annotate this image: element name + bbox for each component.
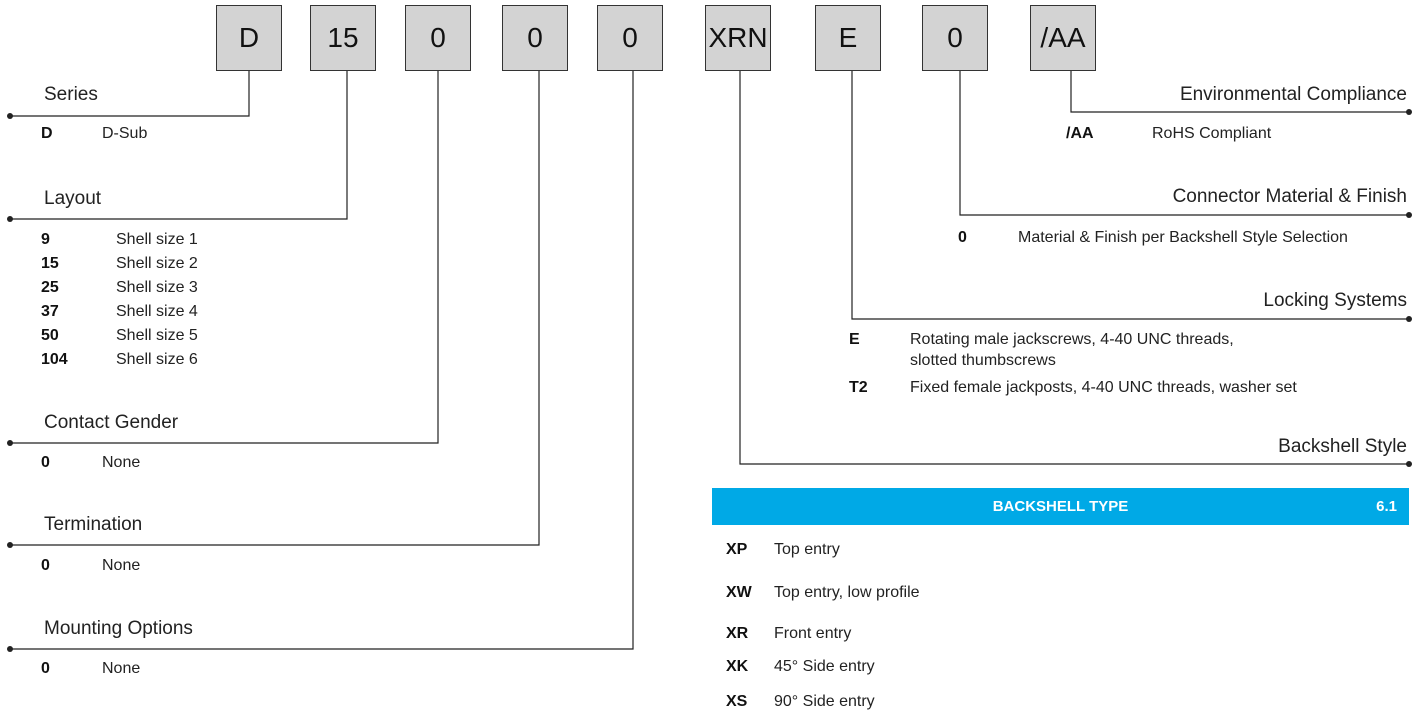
option-desc: Shell size 1 [116, 231, 198, 248]
option-code: E [849, 331, 860, 348]
option-desc: Shell size 3 [116, 279, 198, 296]
part-box-contact-gender: 0 [405, 5, 471, 71]
option-row: E Rotating male jackscrews, 4-40 UNC thr… [0, 331, 1424, 375]
option-desc: Top entry, low profile [774, 584, 920, 601]
part-box-mounting: 0 [597, 5, 663, 71]
part-box-termination: 0 [502, 5, 568, 71]
heading-termination: Termination [44, 514, 143, 535]
option-code: 0 [41, 557, 50, 574]
part-box-series: D [216, 5, 282, 71]
option-desc: None [102, 660, 141, 677]
option-desc: None [102, 454, 141, 471]
leader-contact-gender-dot [7, 440, 13, 446]
option-code: 0 [958, 229, 967, 246]
part-box-backshell: XRN [705, 5, 771, 71]
heading-series: Series [44, 84, 98, 105]
leader-series-dot [7, 113, 13, 119]
heading-mounting-options: Mounting Options [44, 618, 193, 639]
heading-backshell-style: Backshell Style [1278, 436, 1407, 457]
part-box-compliance: /AA [1030, 5, 1096, 71]
option-code: XK [726, 658, 749, 675]
option-code: 25 [41, 279, 59, 296]
backshell-type-title: BACKSHELL TYPE [992, 498, 1129, 515]
part-box-locking: E [815, 5, 881, 71]
option-code: T2 [849, 379, 868, 396]
section-number: 6.1 [1376, 498, 1397, 515]
option-desc: Shell size 4 [116, 303, 198, 320]
heading-contact-gender: Contact Gender [44, 412, 179, 433]
part-box-layout: 15 [310, 5, 376, 71]
heading-locking-systems: Locking Systems [1263, 290, 1407, 311]
heading-connector-material-finish: Connector Material & Finish [1172, 186, 1407, 207]
leader-termination [10, 71, 540, 546]
option-desc: Shell size 2 [116, 255, 198, 272]
option-code: 15 [41, 255, 59, 272]
option-desc: None [102, 557, 141, 574]
option-code: 9 [41, 231, 50, 248]
option-code: XW [726, 584, 752, 601]
leader-connector-material-finish-dot [1406, 212, 1412, 218]
option-desc-continued: slotted thumbscrews [910, 352, 1056, 369]
option-desc: Fixed female jackposts, 4-40 UNC threads… [910, 379, 1297, 396]
leader-backshell-style-dot [1406, 461, 1412, 467]
option-code: D [41, 125, 53, 142]
leader-locking-systems-dot [1406, 316, 1412, 322]
option-code: XS [726, 693, 748, 710]
leader-mounting-options-dot [7, 646, 13, 652]
option-desc: RoHS Compliant [1152, 125, 1272, 142]
leader-contact-gender [10, 71, 439, 444]
heading-environmental-compliance: Environmental Compliance [1179, 84, 1407, 105]
option-code: XR [726, 625, 749, 642]
option-code: XP [726, 541, 748, 558]
heading-layout: Layout [44, 188, 102, 209]
leader-environmental-compliance-dot [1406, 109, 1412, 115]
leader-layout-dot [7, 216, 13, 222]
option-desc: Rotating male jackscrews, 4-40 UNC threa… [910, 331, 1234, 348]
option-desc: D-Sub [102, 125, 148, 142]
option-code: /AA [1066, 125, 1094, 142]
option-desc: Top entry [774, 541, 840, 558]
leader-termination-dot [7, 542, 13, 548]
option-code: 0 [41, 660, 50, 677]
option-code: 0 [41, 454, 50, 471]
part-box-material: 0 [922, 5, 988, 71]
option-desc: 90° Side entry [774, 693, 875, 710]
backshell-type-header: BACKSHELL TYPE 6.1 [712, 488, 1409, 525]
option-code: 37 [41, 303, 59, 320]
option-desc: 45° Side entry [774, 658, 875, 675]
option-desc: Material & Finish per Backshell Style Se… [1018, 229, 1348, 246]
option-desc: Front entry [774, 625, 852, 642]
